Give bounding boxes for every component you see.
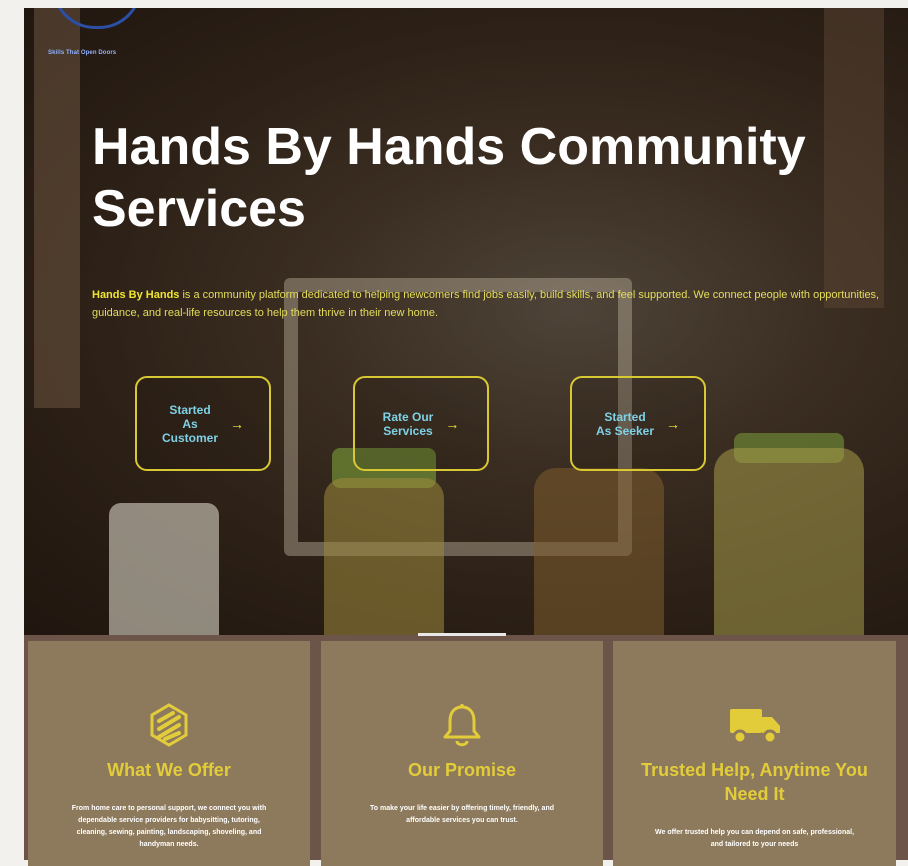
layers-logo-icon (28, 703, 310, 753)
arrow-right-icon: → (445, 415, 460, 432)
feature-text: To make your life easier by offering tim… (370, 805, 554, 824)
scroll-indicator[interactable] (418, 633, 506, 636)
background-jar (324, 478, 444, 635)
feature-card-trusted-help: Trusted Help, Anytime You Need It We off… (613, 641, 896, 866)
background-image (34, 8, 80, 408)
rate-our-services-button[interactable]: Rate Our Services → (353, 376, 489, 471)
hero-description-text: is a community platform dedicated to hel… (92, 289, 880, 319)
truck-icon (613, 703, 896, 753)
started-as-customer-button[interactable]: Started As Customer → (135, 376, 271, 471)
background-jar (714, 448, 864, 635)
feature-card-what-we-offer: What We Offer From home care to personal… (28, 641, 310, 866)
hero-description-brand: Hands By Hands (92, 289, 180, 301)
features-section: What We Offer From home care to personal… (24, 635, 908, 866)
button-label: Started As Customer (161, 402, 218, 445)
feature-title: Our Promise (407, 760, 517, 780)
background-jar (109, 503, 219, 635)
feature-card-our-promise: Our Promise To make your life easier by … (321, 641, 603, 866)
background-jar (534, 468, 664, 635)
feature-title: What We Offer (107, 760, 231, 780)
feature-title: Trusted Help, Anytime You Need It (641, 760, 868, 804)
brand-tagline: Skills That Open Doors (48, 50, 117, 56)
hero-section: Skills That Open Doors Hands By Hands Co… (24, 8, 908, 635)
button-label: Started As Seeker (595, 409, 655, 438)
feature-text: From home care to personal support, we c… (71, 805, 267, 848)
hero-description: Hands By Hands is a community platform d… (92, 286, 904, 322)
button-label: Rate Our Services (382, 409, 434, 438)
arrow-right-icon: → (666, 415, 681, 432)
arrow-right-icon: → (230, 415, 244, 432)
feature-text: We offer trusted help you can depend on … (655, 829, 855, 848)
bell-icon (321, 703, 603, 753)
started-as-seeker-button[interactable]: Started As Seeker → (570, 376, 706, 471)
hero-title: Hands By Hands Community Services (92, 118, 806, 238)
